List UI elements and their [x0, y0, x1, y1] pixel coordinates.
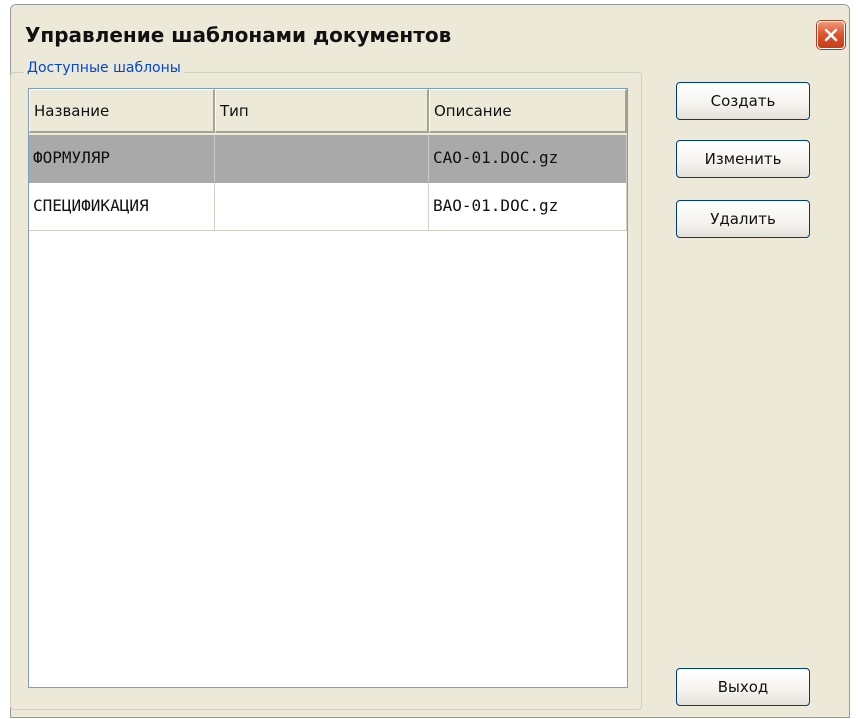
exit-button[interactable]: Выход [676, 668, 810, 706]
close-button[interactable] [817, 21, 845, 49]
title-bar: Управление шаблонами документов [11, 5, 849, 61]
cell-name: СПЕЦИФИКАЦИЯ [29, 183, 215, 231]
column-header-description[interactable]: Описание [429, 89, 627, 133]
cell-description: ВАО-01.DOC.gz [429, 183, 627, 231]
window-title: Управление шаблонами документов [25, 23, 452, 47]
create-button-label: Создать [710, 92, 776, 110]
column-header-name[interactable]: Название [29, 89, 215, 133]
create-button[interactable]: Создать [676, 82, 810, 120]
cell-description: САО-01.DOC.gz [429, 135, 627, 183]
table-row[interactable]: ФОРМУЛЯР САО-01.DOC.gz [29, 135, 627, 183]
table-row[interactable]: СПЕЦИФИКАЦИЯ ВАО-01.DOC.gz [29, 183, 627, 231]
group-label: Доступные шаблоны [24, 60, 184, 76]
cell-name: ФОРМУЛЯР [29, 135, 215, 183]
cell-type [215, 183, 429, 231]
close-icon [824, 28, 838, 42]
column-header-type[interactable]: Тип [215, 89, 429, 133]
edit-button[interactable]: Изменить [676, 140, 810, 178]
cell-type [215, 135, 429, 183]
edit-button-label: Изменить [704, 150, 782, 168]
delete-button[interactable]: Удалить [676, 200, 810, 238]
exit-button-label: Выход [717, 678, 769, 696]
list-header: Название Тип Описание [29, 89, 627, 135]
templates-list[interactable]: Название Тип Описание ФОРМУЛЯР САО-01.DO… [28, 88, 628, 688]
delete-button-label: Удалить [710, 210, 776, 228]
